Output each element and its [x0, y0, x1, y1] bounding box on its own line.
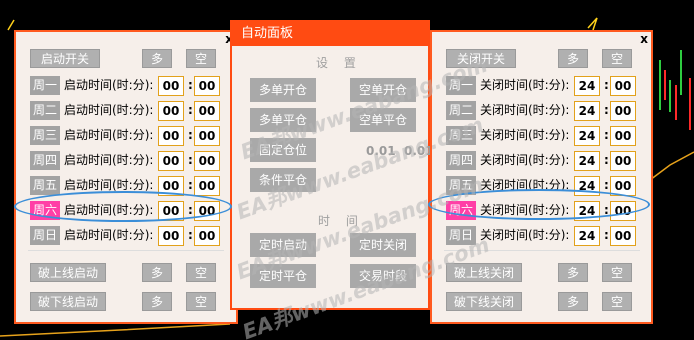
break-upper-close-button[interactable]: 破上线关闭	[446, 263, 522, 282]
minute-input[interactable]: 00	[194, 151, 220, 171]
time-separator: :	[604, 228, 609, 242]
time-separator: :	[188, 128, 193, 142]
minute-input[interactable]: 00	[194, 226, 220, 246]
break-upper-long-button[interactable]: 多	[142, 263, 172, 282]
hour-input[interactable]: 24	[574, 151, 600, 171]
minute-input[interactable]: 00	[610, 126, 636, 146]
time-row-label: 启动时间(时:分):	[64, 153, 154, 167]
close-schedule-panel: x 关闭开关 多 空 周一 关闭时间(时:分): 24:00 周二 关闭时间(时:分):…	[430, 30, 653, 324]
hour-input[interactable]: 24	[574, 126, 600, 146]
divider	[28, 250, 224, 251]
hour-input[interactable]: 24	[574, 101, 600, 121]
minute-input[interactable]: 00	[610, 101, 636, 121]
hour-input[interactable]: 00	[158, 126, 184, 146]
minute-input[interactable]: 00	[194, 101, 220, 121]
minute-input[interactable]: 00	[194, 76, 220, 96]
day-toggle[interactable]: 周日	[446, 226, 476, 245]
start-schedule-panel: x 启动开关 多 空 周一启动时间(时:分):00:00周二启动时间(时:分):…	[14, 30, 238, 324]
minute-input[interactable]: 00	[194, 126, 220, 146]
hour-input[interactable]: 00	[158, 101, 184, 121]
break-upper-start-button[interactable]: 破上线启动	[30, 263, 106, 282]
time-separator: :	[604, 78, 609, 92]
short-button[interactable]: 空	[186, 49, 216, 68]
minute-input[interactable]: 00	[610, 76, 636, 96]
time-separator: :	[188, 103, 193, 117]
multi-close-button[interactable]: 多单平仓	[250, 108, 316, 132]
break-lower-short-button[interactable]: 空	[186, 292, 216, 311]
day-toggle[interactable]: 周日	[30, 226, 60, 245]
hour-input[interactable]: 00	[158, 226, 184, 246]
long-button[interactable]: 多	[142, 49, 172, 68]
day-toggle[interactable]: 周一	[30, 76, 60, 95]
hour-input[interactable]: 24	[574, 76, 600, 96]
day-toggle[interactable]: 周三	[446, 126, 476, 145]
day-toggle[interactable]: 周四	[30, 151, 60, 170]
hour-input[interactable]: 00	[158, 76, 184, 96]
divider	[444, 250, 640, 251]
time-section-label: 时 间	[318, 214, 364, 228]
saturday-highlight-ring	[428, 189, 650, 220]
time-row-label: 关闭时间(时:分):	[480, 78, 570, 92]
time-row-label: 启动时间(时:分):	[64, 103, 154, 117]
break-lower-long-button[interactable]: 多	[142, 292, 172, 311]
close-icon[interactable]: x	[640, 33, 648, 45]
time-row-label: 启动时间(时:分):	[64, 78, 154, 92]
time-separator: :	[188, 178, 193, 192]
timed-close-button[interactable]: 定时关闭	[350, 233, 416, 257]
day-toggle[interactable]: 周二	[446, 101, 476, 120]
minute-input[interactable]: 00	[610, 151, 636, 171]
condition-close-button[interactable]: 条件平仓	[250, 168, 316, 192]
break-lower-short-button[interactable]: 空	[602, 292, 632, 311]
break-lower-close-button[interactable]: 破下线关闭	[446, 292, 522, 311]
settings-section-label: 设 置	[316, 56, 362, 70]
saturday-highlight-ring	[14, 191, 232, 222]
break-upper-short-button[interactable]: 空	[602, 263, 632, 282]
short-close-button[interactable]: 空单平仓	[350, 108, 416, 132]
time-separator: :	[188, 228, 193, 242]
day-toggle[interactable]: 周二	[30, 101, 60, 120]
day-toggle[interactable]: 周三	[30, 126, 60, 145]
break-upper-long-button[interactable]: 多	[558, 263, 588, 282]
minute-input[interactable]: 00	[194, 176, 220, 196]
auto-panel: 自动面板 设 置 多单开仓 空单开仓 多单平仓 空单平仓 固定仓位 0.01 0…	[230, 20, 434, 310]
time-separator: :	[604, 103, 609, 117]
trade-period-button[interactable]: 交易时段	[350, 264, 416, 288]
minute-input[interactable]: 00	[610, 226, 636, 246]
day-toggle[interactable]: 周四	[446, 151, 476, 170]
break-lower-start-button[interactable]: 破下线启动	[30, 292, 106, 311]
break-lower-long-button[interactable]: 多	[558, 292, 588, 311]
time-separator: :	[188, 78, 193, 92]
time-row-label: 启动时间(时:分):	[64, 228, 154, 242]
day-toggle[interactable]: 周五	[30, 176, 60, 195]
timed-flat-button[interactable]: 定时平仓	[250, 264, 316, 288]
time-separator: :	[188, 153, 193, 167]
hour-input[interactable]: 00	[158, 151, 184, 171]
long-button[interactable]: 多	[558, 49, 588, 68]
lots-display: 0.01 0.01	[366, 144, 434, 158]
time-separator: :	[604, 128, 609, 142]
time-row-label: 关闭时间(时:分):	[480, 153, 570, 167]
fixed-position-button[interactable]: 固定仓位	[250, 138, 316, 162]
time-row-label: 关闭时间(时:分):	[480, 228, 570, 242]
hour-input[interactable]: 24	[574, 226, 600, 246]
panel-title: 自动面板	[232, 22, 428, 46]
time-row-label: 启动时间(时:分):	[64, 128, 154, 142]
start-toggle-button[interactable]: 启动开关	[30, 49, 100, 68]
multi-open-button[interactable]: 多单开仓	[250, 78, 316, 102]
short-button[interactable]: 空	[602, 49, 632, 68]
timed-start-button[interactable]: 定时启动	[250, 233, 316, 257]
break-upper-short-button[interactable]: 空	[186, 263, 216, 282]
time-row-label: 关闭时间(时:分):	[480, 128, 570, 142]
close-toggle-button[interactable]: 关闭开关	[446, 49, 516, 68]
time-separator: :	[604, 153, 609, 167]
day-toggle[interactable]: 周一	[446, 76, 476, 95]
short-open-button[interactable]: 空单开仓	[350, 78, 416, 102]
time-row-label: 关闭时间(时:分):	[480, 103, 570, 117]
